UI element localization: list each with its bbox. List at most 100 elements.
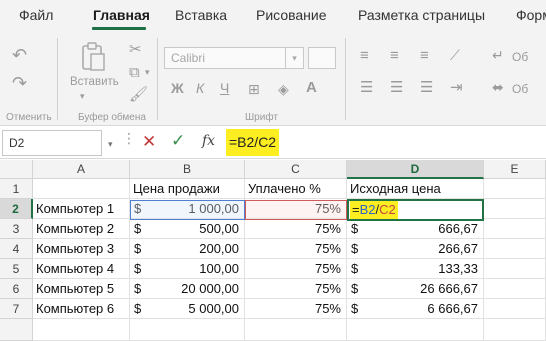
row-header-1[interactable]: 1 — [0, 179, 33, 199]
indent-icon[interactable]: ⇥ — [450, 80, 463, 95]
font-name-dropdown-icon[interactable]: ▾ — [286, 47, 304, 69]
align-left-icon[interactable]: ☰ — [360, 80, 373, 95]
cancel-icon[interactable]: ✕ — [142, 132, 156, 152]
cell-d4[interactable]: $266,67 — [347, 239, 484, 259]
column-header-a[interactable]: A — [33, 160, 130, 179]
cell-d5[interactable]: $133,33 — [347, 259, 484, 279]
row-header-6[interactable]: 6 — [0, 279, 33, 299]
cell-e5[interactable] — [484, 259, 546, 279]
cell-a1[interactable] — [33, 179, 130, 199]
row-header-4[interactable]: 4 — [0, 239, 33, 259]
font-name-input[interactable]: Calibri — [164, 47, 286, 69]
cell-a8[interactable] — [33, 319, 130, 341]
row-header-8[interactable] — [0, 319, 33, 341]
item-name: Компьютер 2 — [36, 221, 115, 236]
row-header-5[interactable]: 5 — [0, 259, 33, 279]
undo-icon[interactable]: ↶ — [12, 46, 27, 64]
item-name: Компьютер 1 — [36, 201, 115, 216]
tab-file[interactable]: Файл — [19, 7, 53, 23]
cell-c5[interactable]: 75% — [245, 259, 347, 279]
cell-a6[interactable]: Компьютер 5 — [33, 279, 130, 299]
align-right-icon[interactable]: ☰ — [420, 80, 433, 95]
tab-page-layout[interactable]: Разметка страницы — [358, 7, 485, 23]
font-color-icon[interactable]: A — [306, 80, 317, 95]
cell-c7[interactable]: 75% — [245, 299, 347, 319]
select-all-corner[interactable] — [0, 160, 33, 179]
cell-a2[interactable]: Компьютер 1 — [33, 199, 130, 219]
formula-reference-c2 — [245, 200, 347, 220]
row-header-7[interactable]: 7 — [0, 299, 33, 319]
cell-b8[interactable] — [130, 319, 245, 341]
cell-d3[interactable]: $666,67 — [347, 219, 484, 239]
column-header-b[interactable]: B — [130, 160, 245, 179]
paste-icon[interactable] — [80, 42, 106, 75]
cell-e7[interactable] — [484, 299, 546, 319]
cell-b3[interactable]: $500,00 — [130, 219, 245, 239]
cell-e6[interactable] — [484, 279, 546, 299]
name-box[interactable]: D2 — [2, 130, 102, 156]
tab-home[interactable]: Главная — [93, 7, 150, 23]
align-middle-icon[interactable]: ≡ — [390, 48, 399, 63]
merge-icon[interactable]: ⬌ — [492, 80, 504, 94]
borders-icon[interactable]: ⊞ — [248, 82, 260, 96]
cell-b4[interactable]: $200,00 — [130, 239, 245, 259]
bold-button[interactable]: Ж — [171, 80, 184, 96]
drag-handle-icon[interactable]: ⋮ — [122, 131, 136, 145]
enter-checkmark-icon[interactable]: ✓ — [171, 131, 185, 151]
align-top-icon[interactable]: ≡ — [360, 48, 369, 63]
cell-a5[interactable]: Компьютер 4 — [33, 259, 130, 279]
cell-b6[interactable]: $20 000,00 — [130, 279, 245, 299]
cell-e4[interactable] — [484, 239, 546, 259]
row-header-2[interactable]: 2 — [0, 199, 33, 219]
paste-dropdown-icon[interactable]: ▾ — [80, 92, 85, 101]
cell-d7[interactable]: $6 666,67 — [347, 299, 484, 319]
cut-icon[interactable]: ✂ — [129, 42, 142, 57]
cell-e8[interactable] — [484, 319, 546, 341]
column-header-c[interactable]: C — [245, 160, 347, 179]
insert-function-icon[interactable]: fx — [202, 133, 215, 149]
cell-b7[interactable]: $5 000,00 — [130, 299, 245, 319]
column-header-e[interactable]: E — [484, 160, 546, 179]
row-header-3[interactable]: 3 — [0, 219, 33, 239]
cell-a4[interactable]: Компьютер 3 — [33, 239, 130, 259]
copy-dropdown-icon[interactable]: ▾ — [145, 68, 150, 77]
redo-icon[interactable]: ↷ — [12, 74, 27, 92]
underline-button[interactable]: Ч — [220, 80, 229, 96]
cell-edit-formula[interactable]: =B2/C2 — [350, 201, 398, 219]
italic-button[interactable]: К — [196, 80, 204, 96]
cell-c1[interactable]: Уплачено % — [245, 179, 347, 199]
cell-c4[interactable]: 75% — [245, 239, 347, 259]
cell-c6[interactable]: 75% — [245, 279, 347, 299]
cell-a3[interactable]: Компьютер 2 — [33, 219, 130, 239]
column-header-d[interactable]: D — [347, 160, 484, 179]
merge-label[interactable]: Об — [512, 82, 528, 96]
orientation-icon[interactable]: ⟋ — [450, 48, 460, 62]
cell-e1[interactable] — [484, 179, 546, 199]
tab-formulas[interactable]: Форм — [516, 7, 546, 23]
cell-d1[interactable]: Исходная цена — [347, 179, 484, 199]
name-box-dropdown-icon[interactable]: ▾ — [108, 139, 113, 150]
copy-icon[interactable]: ⧉ — [129, 65, 140, 80]
align-bottom-icon[interactable]: ≡ — [420, 48, 429, 63]
cell-b1[interactable]: Цена продажи — [130, 179, 245, 199]
format-painter-icon[interactable]: 🖌 — [129, 87, 148, 102]
cell-a7[interactable]: Компьютер 6 — [33, 299, 130, 319]
font-size-input[interactable] — [308, 47, 336, 69]
header-sale-price: Цена продажи — [133, 181, 220, 196]
cell-d8[interactable] — [347, 319, 484, 341]
wrap-text-icon[interactable]: ↵ — [492, 48, 504, 62]
cell-e3[interactable] — [484, 219, 546, 239]
cell-c8[interactable] — [245, 319, 347, 341]
cell-b5[interactable]: $100,00 — [130, 259, 245, 279]
cell-e2[interactable] — [484, 199, 546, 219]
wrap-text-label[interactable]: Об — [512, 50, 528, 64]
align-center-icon[interactable]: ☰ — [390, 80, 403, 95]
original-price-value: 266,67 — [438, 241, 478, 256]
tab-draw[interactable]: Рисование — [256, 7, 327, 23]
tab-insert[interactable]: Вставка — [175, 7, 227, 23]
paste-label[interactable]: Вставить — [70, 76, 119, 88]
cell-d6[interactable]: $26 666,67 — [347, 279, 484, 299]
formula-input[interactable]: =B2/C2 — [226, 129, 280, 156]
cell-c3[interactable]: 75% — [245, 219, 347, 239]
fill-color-icon[interactable]: ◈ — [278, 82, 289, 96]
